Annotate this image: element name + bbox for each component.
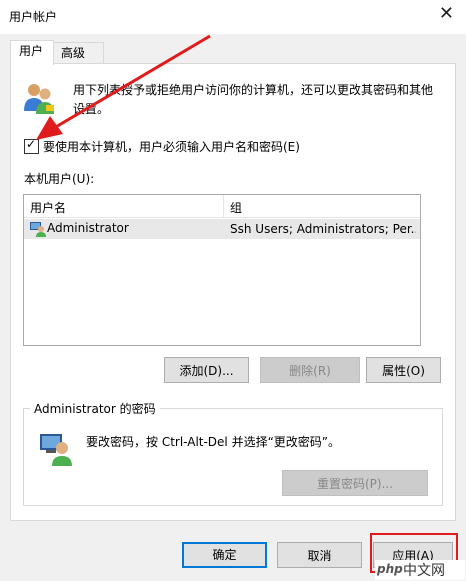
password-hint: 要改密码，按 Ctrl-Alt-Del 并选择“更改密码”。: [86, 435, 341, 449]
list-header: 用户名 组: [24, 195, 420, 218]
require-login-row[interactable]: ✓ 要使用本计算机，用户必须输入用户名和密码(E): [24, 137, 300, 155]
row-group: Ssh Users; Administrators; Per...: [230, 222, 416, 236]
intro-text: 用下列表授予或拒绝用户访问你的计算机，还可以更改其密码和其他设置。: [73, 83, 434, 116]
cancel-button[interactable]: 取消: [277, 542, 362, 568]
user-keyboard-icon: [40, 434, 72, 466]
close-icon[interactable]: ✕: [439, 4, 454, 24]
checkmark-icon: ✓: [26, 137, 37, 151]
tab-users[interactable]: 用户: [10, 40, 54, 65]
local-users-label: 本机用户(U):: [24, 172, 95, 186]
ok-button[interactable]: 确定: [182, 542, 267, 568]
require-login-label: 要使用本计算机，用户必须输入用户名和密码(E): [43, 140, 300, 154]
column-username[interactable]: 用户名: [30, 199, 66, 216]
remove-button[interactable]: 删除(R): [260, 357, 360, 383]
password-group-title: Administrator 的密码: [30, 400, 160, 417]
properties-button[interactable]: 属性(O): [366, 357, 441, 383]
reset-password-button[interactable]: 重置密码(P)...: [282, 470, 428, 496]
row-username: Administrator: [47, 221, 129, 235]
table-row[interactable]: Administrator Ssh Users; Administrators;…: [24, 219, 420, 239]
watermark-text: 中文网: [403, 563, 445, 579]
title-bar: 用户帐户 ✕: [0, 0, 466, 34]
watermark-logo: php: [377, 562, 403, 576]
password-groupbox: Administrator 的密码 要改密码，按 Ctrl-Alt-Del 并选…: [23, 400, 443, 506]
column-divider[interactable]: [223, 195, 224, 217]
watermark: php 中文网: [375, 560, 465, 580]
users-list[interactable]: 用户名 组 Administrator Ssh Users; Administr…: [23, 194, 421, 346]
user-icon: [30, 222, 46, 237]
window-title: 用户帐户: [9, 10, 58, 24]
tab-advanced[interactable]: 高级: [52, 42, 104, 63]
require-login-checkbox[interactable]: ✓: [24, 137, 39, 154]
column-group[interactable]: 组: [230, 199, 242, 216]
users-panel: 用下列表授予或拒绝用户访问你的计算机，还可以更改其密码和其他设置。 ✓ 要使用本…: [10, 63, 456, 521]
users-icon: [24, 84, 54, 114]
add-button[interactable]: 添加(D)...: [164, 357, 249, 383]
